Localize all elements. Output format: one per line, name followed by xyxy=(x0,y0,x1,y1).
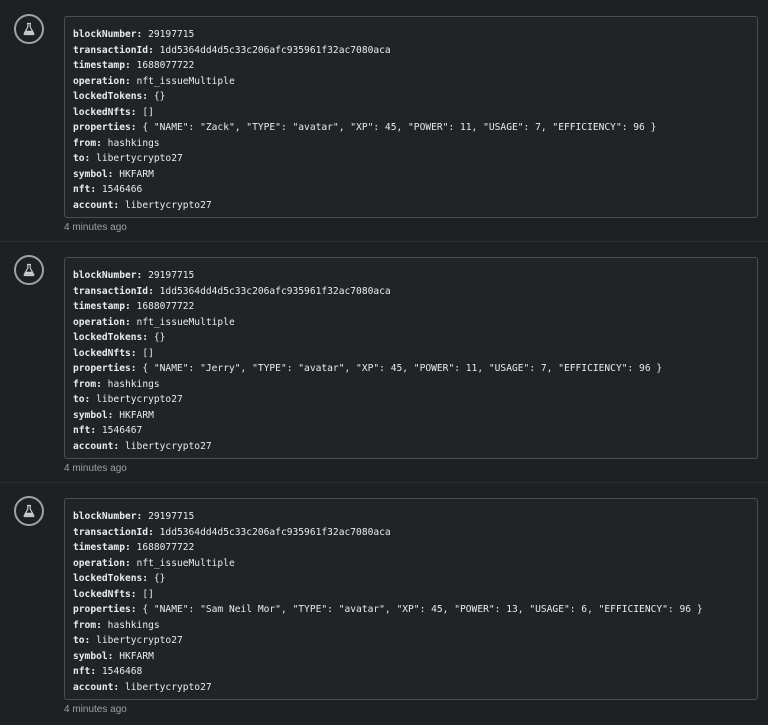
field-transactionId: transactionId: 1dd5364dd4d5c33c206afc935… xyxy=(73,285,391,297)
field-properties: properties: { "NAME": "Sam Neil Mor", "T… xyxy=(73,604,703,615)
transaction-card: blockNumber: 29197715 transactionId: 1dd… xyxy=(64,257,758,459)
field-operation: operation: nft_issueMultiple xyxy=(73,75,235,87)
field-lockedTokens: lockedTokens: {} xyxy=(73,573,166,584)
field-lockedNfts: lockedNfts: [] xyxy=(73,106,154,118)
flask-icon xyxy=(23,504,35,518)
field-to: to: libertycrypto27 xyxy=(73,635,183,646)
field-lockedNfts: lockedNfts: [] xyxy=(73,588,154,600)
field-operation: operation: nft_issueMultiple xyxy=(73,557,235,569)
field-timestamp: timestamp: 1688077722 xyxy=(73,301,195,312)
flask-icon xyxy=(23,263,35,277)
field-to: to: libertycrypto27 xyxy=(73,394,183,405)
field-symbol: symbol: HKFARM xyxy=(73,168,154,180)
field-lockedNfts: lockedNfts: [] xyxy=(73,347,154,359)
field-timestamp: timestamp: 1688077722 xyxy=(73,60,195,71)
timestamp-label[interactable]: 4 minutes ago xyxy=(64,222,127,233)
field-nft: nft: 1546468 xyxy=(73,666,143,677)
field-account: account: libertycrypto27 xyxy=(73,681,212,693)
field-symbol: symbol: HKFARM xyxy=(73,409,154,421)
avatar[interactable] xyxy=(14,14,44,44)
feed-entry: blockNumber: 29197715 transactionId: 1dd… xyxy=(0,482,768,723)
field-lockedTokens: lockedTokens: {} xyxy=(73,332,166,343)
timestamp-label[interactable]: 4 minutes ago xyxy=(64,704,127,715)
field-from: from: hashkings xyxy=(73,619,160,631)
field-account: account: libertycrypto27 xyxy=(73,199,212,211)
avatar[interactable] xyxy=(14,496,44,526)
avatar[interactable] xyxy=(14,255,44,285)
timestamp-label[interactable]: 4 minutes ago xyxy=(64,463,127,474)
field-operation: operation: nft_issueMultiple xyxy=(73,316,235,328)
feed-entry: blockNumber: 29197715 transactionId: 1dd… xyxy=(0,241,768,483)
field-properties: properties: { "NAME": "Zack", "TYPE": "a… xyxy=(73,122,657,133)
field-blockNumber: blockNumber: 29197715 xyxy=(73,270,195,281)
feed-entry: blockNumber: 29197715 transactionId: 1dd… xyxy=(0,0,768,242)
field-nft: nft: 1546466 xyxy=(73,184,143,195)
field-transactionId: transactionId: 1dd5364dd4d5c33c206afc935… xyxy=(73,526,391,538)
field-account: account: libertycrypto27 xyxy=(73,440,212,452)
field-lockedTokens: lockedTokens: {} xyxy=(73,91,166,102)
field-nft: nft: 1546467 xyxy=(73,425,143,436)
field-from: from: hashkings xyxy=(73,378,160,390)
field-timestamp: timestamp: 1688077722 xyxy=(73,542,195,553)
field-symbol: symbol: HKFARM xyxy=(73,650,154,662)
field-to: to: libertycrypto27 xyxy=(73,153,183,164)
field-properties: properties: { "NAME": "Jerry", "TYPE": "… xyxy=(73,363,663,374)
flask-icon xyxy=(23,22,35,36)
field-blockNumber: blockNumber: 29197715 xyxy=(73,511,195,522)
field-blockNumber: blockNumber: 29197715 xyxy=(73,29,195,40)
transaction-card: blockNumber: 29197715 transactionId: 1dd… xyxy=(64,16,758,218)
transaction-card: blockNumber: 29197715 transactionId: 1dd… xyxy=(64,498,758,700)
field-transactionId: transactionId: 1dd5364dd4d5c33c206afc935… xyxy=(73,44,391,56)
field-from: from: hashkings xyxy=(73,137,160,149)
